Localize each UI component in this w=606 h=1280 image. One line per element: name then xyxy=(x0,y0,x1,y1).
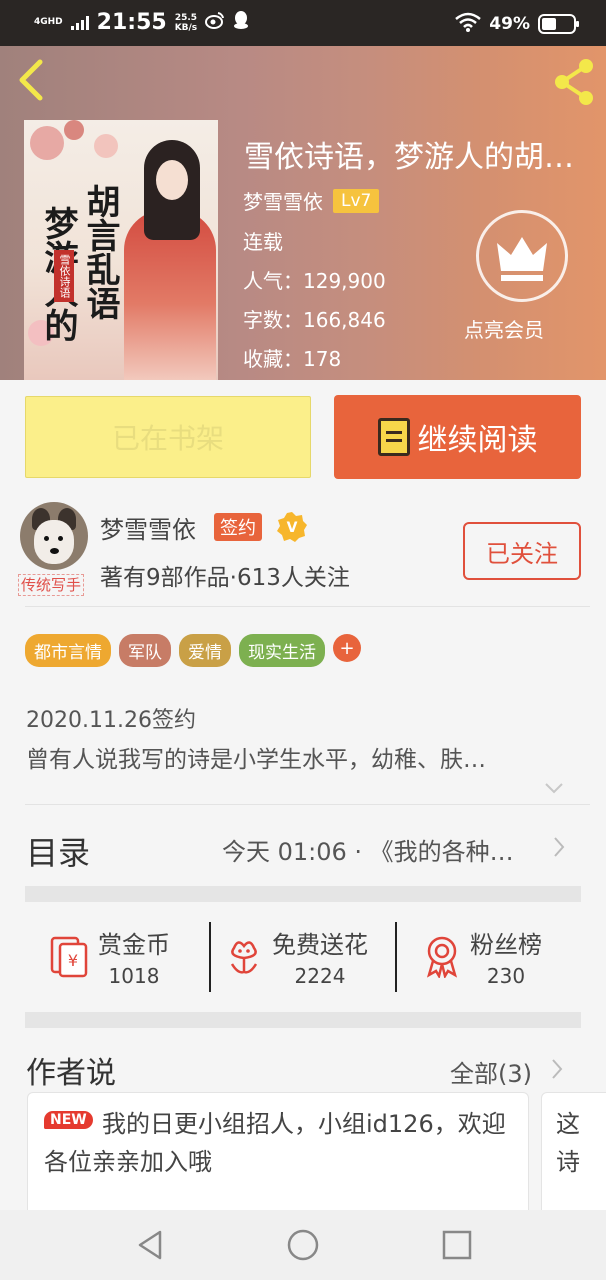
network-speed: 25.5 KB/s xyxy=(174,12,198,33)
author-name[interactable]: 梦雪雪依 xyxy=(100,510,196,545)
send-flowers-label: 免费送花 xyxy=(272,930,368,959)
triangle-back-icon xyxy=(138,1230,162,1260)
author-works-info: 著有9部作品·613人关注 xyxy=(100,565,350,591)
divider xyxy=(25,606,590,607)
cover-title-line1: 胡言乱语 xyxy=(80,184,120,320)
level-badge: Lv7 xyxy=(333,188,380,213)
battery-percent: 49% xyxy=(489,14,530,34)
battery-icon xyxy=(538,14,579,34)
fan-ranking-button[interactable]: 粉丝榜 230 xyxy=(420,920,542,992)
share-icon xyxy=(555,59,593,105)
weibo-icon xyxy=(205,11,225,34)
book-intro[interactable]: 曾有人说我写的诗是小学生水平，幼稚、肤… xyxy=(26,740,558,774)
medal-icon xyxy=(426,936,458,978)
author-type-tag: 传统写手 xyxy=(18,574,85,596)
cover-seal: 雪依诗语 xyxy=(54,250,74,302)
sign-date: 2020.11.26签约 xyxy=(26,708,196,733)
tag-junduiv[interactable]: 军队 xyxy=(119,634,171,667)
book-popularity: 人气：129,900 xyxy=(243,269,386,293)
author-post-card[interactable]: 这诗 xyxy=(541,1092,606,1222)
back-arrow-icon xyxy=(19,59,43,101)
follow-label: 已关注 xyxy=(486,539,558,568)
book-favorites: 收藏：178 xyxy=(243,347,342,371)
clock: 21:55 xyxy=(96,10,167,35)
divider xyxy=(25,804,590,805)
svg-text:¥: ¥ xyxy=(68,951,78,970)
book-title: 雪依诗语，梦游人的胡… xyxy=(244,140,574,175)
system-nav-bar xyxy=(0,1210,606,1280)
toc-latest-chapter[interactable]: 今天 01:06 · 《我的各种… xyxy=(222,832,548,867)
stat-separator xyxy=(209,922,211,992)
chevron-right-icon xyxy=(554,837,565,857)
in-shelf-label: 已在书架 xyxy=(111,422,224,455)
circle-home-icon xyxy=(287,1229,319,1261)
follow-button[interactable]: 已关注 xyxy=(463,522,581,580)
share-button[interactable] xyxy=(550,54,598,106)
genre-tags: 都市言情 军队 爱情 现实生活 + xyxy=(25,634,361,667)
section-divider xyxy=(25,1012,581,1028)
author-said-all-link[interactable]: 全部(3) xyxy=(450,1054,532,1089)
reward-coins-button[interactable]: ¥ 赏金币 1018 xyxy=(48,920,170,992)
qq-icon xyxy=(233,10,249,35)
reward-coins-value: 1018 xyxy=(108,963,160,988)
book-word-count: 字数：166,846 xyxy=(243,308,386,332)
continue-reading-button[interactable]: 继续阅读 xyxy=(334,395,581,479)
author-post-text: 这诗 xyxy=(556,1110,580,1176)
tag-dushi-yanqing[interactable]: 都市言情 xyxy=(25,634,111,667)
crown-icon xyxy=(497,237,547,281)
toc-label[interactable]: 目录 xyxy=(26,828,90,874)
vip-label[interactable]: 点亮会员 xyxy=(464,314,544,343)
section-divider xyxy=(25,886,581,902)
author-post-card[interactable]: NEW 我的日更小组招人，小组id126，欢迎各位亲亲加入哦 1月16日 20:… xyxy=(27,1092,529,1231)
flower-icon xyxy=(230,941,258,974)
header-author-name[interactable]: 梦雪雪依 xyxy=(243,186,323,215)
signal-icon xyxy=(70,15,89,30)
send-flowers-button[interactable]: 免费送花 2224 xyxy=(222,920,368,992)
send-flowers-value: 2224 xyxy=(294,963,346,988)
tag-aiqing[interactable]: 爱情 xyxy=(179,634,231,667)
author-said-label: 作者说 xyxy=(26,1056,116,1091)
nav-back-button[interactable] xyxy=(134,1228,168,1262)
in-shelf-button[interactable]: 已在书架 xyxy=(25,396,311,478)
detail-panel: 已在书架 继续阅读 传统写手 梦雪雪依 签约 V 著有9部作品·613人关注 已… xyxy=(0,380,606,1231)
chevron-right-icon xyxy=(552,1059,563,1079)
fan-ranking-label: 粉丝榜 xyxy=(470,930,542,959)
nav-home-button[interactable] xyxy=(286,1228,320,1262)
book-status: 连载 xyxy=(243,230,283,254)
status-bar: 4GHD 21:55 25.5 KB/s 49% xyxy=(0,0,606,46)
nav-recents-button[interactable] xyxy=(440,1228,474,1262)
vip-button[interactable] xyxy=(476,210,568,302)
expand-intro-button[interactable] xyxy=(544,780,564,794)
add-tag-button[interactable]: + xyxy=(333,634,361,662)
back-button[interactable] xyxy=(12,56,52,104)
stat-separator xyxy=(395,922,397,992)
fan-ranking-value: 230 xyxy=(486,963,526,988)
square-recents-icon xyxy=(442,1230,472,1260)
red-envelope-icon: ¥ xyxy=(50,936,88,978)
wifi-icon xyxy=(455,12,482,36)
tag-xianshi-shenghuo[interactable]: 现实生活 xyxy=(239,634,325,667)
signed-badge: 签约 xyxy=(214,513,262,541)
continue-reading-label: 继续阅读 xyxy=(417,423,538,458)
book-cover[interactable]: 胡言乱语 梦游人的 雪依诗语 xyxy=(24,120,218,380)
reward-coins-label: 赏金币 xyxy=(98,930,170,959)
author-post-text: 我的日更小组招人，小组id126，欢迎各位亲亲加入哦 xyxy=(44,1110,506,1176)
svg-text:V: V xyxy=(287,520,298,536)
book-icon xyxy=(377,418,410,456)
chevron-down-icon xyxy=(545,783,563,794)
author-avatar[interactable] xyxy=(20,502,88,570)
network-type: 4GHD xyxy=(34,17,63,27)
verified-badge-icon: V xyxy=(276,511,308,543)
book-header: 胡言乱语 梦游人的 雪依诗语 雪依诗语，梦游人的胡… 梦雪雪依 Lv7 连载 人… xyxy=(0,46,606,380)
